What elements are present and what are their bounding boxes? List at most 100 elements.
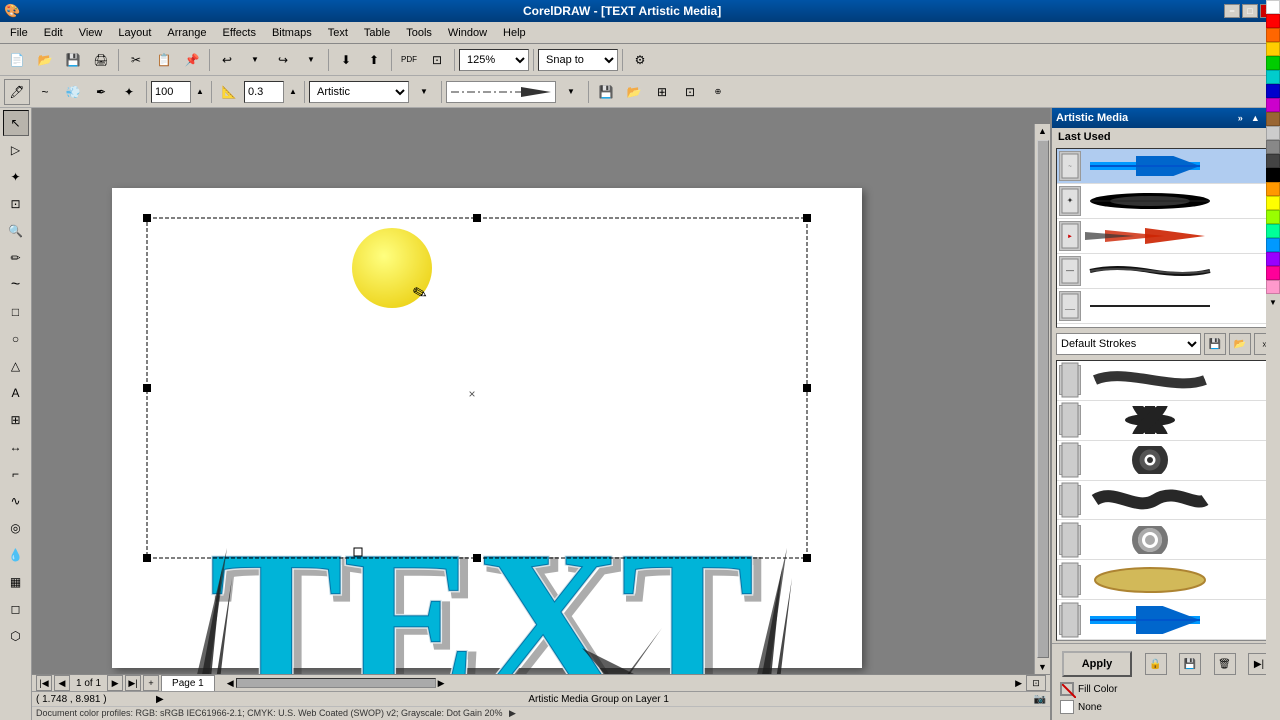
swatch-sky[interactable] xyxy=(1266,238,1280,252)
table-tool[interactable]: ⊞ xyxy=(3,407,29,433)
sprayer-mode-button[interactable]: 💨 xyxy=(60,79,86,105)
polygon-tool[interactable]: △ xyxy=(3,353,29,379)
browse-strokes-button[interactable]: 📂 xyxy=(1229,333,1251,355)
print-button[interactable]: 🖨 xyxy=(88,47,114,73)
page-end-button[interactable]: ▶| xyxy=(125,675,141,691)
brush-item-blue-arrow[interactable]: ~ xyxy=(1057,149,1275,184)
vscroll-thumb[interactable] xyxy=(1037,140,1049,658)
menu-table[interactable]: Table xyxy=(356,25,398,41)
hscroll-thumb[interactable] xyxy=(236,678,436,688)
swatch-lime[interactable] xyxy=(1266,210,1280,224)
pressure-mode-button[interactable]: ✦ xyxy=(116,79,142,105)
freehand-tool[interactable]: ✏ xyxy=(3,245,29,271)
default-stroke-4[interactable] xyxy=(1057,481,1275,521)
default-strokes-list[interactable] xyxy=(1056,360,1276,641)
view-fullscreen[interactable]: ⊡ xyxy=(424,47,450,73)
connector-tool[interactable]: ⌐ xyxy=(3,461,29,487)
export-button[interactable]: ⬆ xyxy=(361,47,387,73)
artistic-media-tool-left[interactable]: ~ xyxy=(3,272,29,298)
swatch-dark-gray[interactable] xyxy=(1266,154,1280,168)
profile-expand-btn[interactable]: ▶ xyxy=(509,708,516,718)
eyedropper-tool[interactable]: 💧 xyxy=(3,542,29,568)
brush-item-thin[interactable]: ___ xyxy=(1057,289,1275,324)
fill-tool[interactable]: ▦ xyxy=(3,569,29,595)
menu-effects[interactable]: Effects xyxy=(215,25,264,41)
nodes-button[interactable]: ⊕ xyxy=(705,79,731,105)
page-tab-1[interactable]: Page 1 xyxy=(161,675,215,691)
zoom-dropdown[interactable]: 125% 100% 75% 50% xyxy=(459,49,529,71)
menu-bitmaps[interactable]: Bitmaps xyxy=(264,25,320,41)
swatch-purple[interactable] xyxy=(1266,252,1280,266)
swatch-black[interactable] xyxy=(1266,168,1280,182)
open-button[interactable]: 📂 xyxy=(32,47,58,73)
redo-button[interactable]: ↪ xyxy=(270,47,296,73)
swatch-amber[interactable] xyxy=(1266,182,1280,196)
paste-button[interactable]: 📌 xyxy=(179,47,205,73)
swatch-brown[interactable] xyxy=(1266,112,1280,126)
default-stroke-6[interactable] xyxy=(1057,560,1275,600)
style-dropdown[interactable]: Artistic Brushstroke Spray xyxy=(309,81,409,103)
save-stroke-set-button[interactable]: 💾 xyxy=(1204,333,1226,355)
ellipse-tool[interactable]: ○ xyxy=(3,326,29,352)
default-stroke-5[interactable] xyxy=(1057,520,1275,560)
menu-text[interactable]: Text xyxy=(320,25,356,41)
save-button[interactable]: 💾 xyxy=(60,47,86,73)
text-tool[interactable]: A xyxy=(3,380,29,406)
cut-button[interactable]: ✂ xyxy=(123,47,149,73)
swatch-gray[interactable] xyxy=(1266,140,1280,154)
menu-view[interactable]: View xyxy=(71,25,111,41)
save-stroke-button[interactable]: 💾 xyxy=(593,79,619,105)
swatch-mint[interactable] xyxy=(1266,224,1280,238)
last-used-list[interactable]: ~ ✦ xyxy=(1056,148,1276,328)
preset-mode-button[interactable]: 🖊 xyxy=(4,79,30,105)
menu-help[interactable]: Help xyxy=(495,25,534,41)
interactive-fill[interactable]: ⬡ xyxy=(3,623,29,649)
minimize-button[interactable]: − xyxy=(1224,4,1240,18)
load-stroke-button[interactable]: 📂 xyxy=(621,79,647,105)
save-as-button[interactable]: 💾 xyxy=(1179,653,1201,675)
default-stroke-2[interactable] xyxy=(1057,401,1275,441)
zoom-tool[interactable]: 🔍 xyxy=(3,218,29,244)
menu-window[interactable]: Window xyxy=(440,25,495,41)
brush-mode-button[interactable]: ~ xyxy=(32,79,58,105)
redo-dropdown[interactable]: ▼ xyxy=(298,47,324,73)
undo-button[interactable]: ↩ xyxy=(214,47,240,73)
smear-tool[interactable]: ✦ xyxy=(3,164,29,190)
maximize-button[interactable]: □ xyxy=(1242,4,1258,18)
apply-button[interactable]: Apply xyxy=(1062,651,1132,677)
outline-tool[interactable]: ◻ xyxy=(3,596,29,622)
hscroll-left[interactable]: ◀ xyxy=(225,676,236,691)
swatch-bright-yellow[interactable] xyxy=(1266,196,1280,210)
stroke-dropdown-btn[interactable]: ▼ xyxy=(558,79,584,105)
swatch-light-gray[interactable] xyxy=(1266,126,1280,140)
options-button[interactable]: ⚙ xyxy=(627,47,653,73)
scroll-end-button[interactable]: ▶ xyxy=(1013,676,1024,691)
dimension-tool[interactable]: ↔ xyxy=(3,434,29,460)
panel-minimize-btn[interactable]: ▲ xyxy=(1248,112,1263,124)
import-button[interactable]: ⬇ xyxy=(333,47,359,73)
stroke-options-button[interactable]: ⊡ xyxy=(677,79,703,105)
pick-tool[interactable]: ↖ xyxy=(3,110,29,136)
snap-to-dropdown[interactable]: Snap to xyxy=(538,49,618,71)
panel-expand-btn[interactable]: » xyxy=(1235,112,1246,124)
copy-button[interactable]: 📋 xyxy=(151,47,177,73)
default-stroke-1[interactable] xyxy=(1057,361,1275,401)
smoothing-input[interactable] xyxy=(244,81,284,103)
add-page-button[interactable]: + xyxy=(143,675,159,691)
info-arrow[interactable]: ▶ xyxy=(156,694,164,705)
menu-tools[interactable]: Tools xyxy=(398,25,440,41)
stroke-settings-button[interactable]: ⊞ xyxy=(649,79,675,105)
vscroll-down[interactable]: ▼ xyxy=(1036,660,1049,674)
page-start-button[interactable]: |◀ xyxy=(36,675,52,691)
brush-size-input[interactable] xyxy=(151,81,191,103)
zoom-fit-button[interactable]: ⊡ xyxy=(1026,675,1046,691)
hscroll-right[interactable]: ▶ xyxy=(436,676,447,691)
new-button[interactable]: 📄 xyxy=(4,47,30,73)
blend-tool[interactable]: ∿ xyxy=(3,488,29,514)
canvas-vscroll[interactable]: ▲ ▼ xyxy=(1034,124,1050,674)
menu-file[interactable]: File xyxy=(2,25,36,41)
rectangle-tool[interactable]: □ xyxy=(3,299,29,325)
size-spinner-up[interactable]: ▲ xyxy=(193,79,207,105)
menu-edit[interactable]: Edit xyxy=(36,25,71,41)
menu-layout[interactable]: Layout xyxy=(110,25,159,41)
